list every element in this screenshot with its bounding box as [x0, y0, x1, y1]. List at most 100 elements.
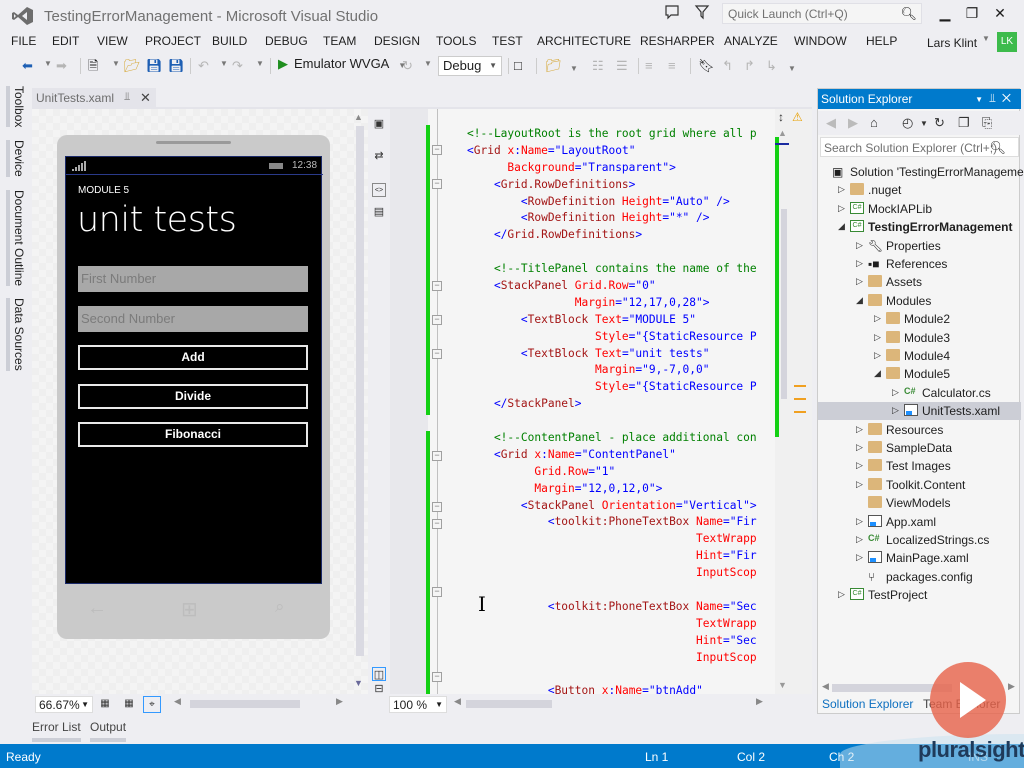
toolbar-overflow-icon[interactable]: ▼	[788, 64, 796, 73]
collapsed-arrow-icon[interactable]: ▷	[856, 276, 863, 287]
home-icon[interactable]: ⌂	[870, 115, 878, 130]
expanded-arrow-icon[interactable]: ◢	[874, 368, 881, 379]
collapse-all-icon[interactable]: ❐	[958, 115, 970, 131]
tree-item[interactable]: ▷ 🔧︎ Properties	[818, 237, 1021, 255]
close-icon[interactable]: ✕	[140, 90, 151, 106]
code-line[interactable]: <toolkit:PhoneTextBox Name="Fir	[467, 514, 772, 531]
show-grid-icon[interactable]: ▦	[96, 696, 114, 713]
code-line[interactable]	[467, 667, 772, 684]
tree-item[interactable]: ▷ UnitTests.xaml	[818, 402, 1021, 421]
tree-item[interactable]: ▷ Module4	[818, 347, 1021, 365]
code-line[interactable]: <Grid x:Name="LayoutRoot"	[467, 143, 772, 160]
save-icon[interactable]: 💾︎	[146, 57, 163, 75]
back-icon[interactable]: ◀	[826, 115, 836, 131]
scroll-up-icon[interactable]: ▲	[354, 112, 363, 122]
pin-icon[interactable]: ⫫	[124, 91, 130, 104]
redo-icon[interactable]: ↷	[232, 57, 243, 75]
code-line[interactable]: <RowDefinition Height="*" />	[467, 210, 772, 227]
tab-solution-explorer[interactable]: Solution Explorer	[822, 697, 913, 711]
tree-item[interactable]: ▣ Solution 'TestingErrorManagement'	[818, 163, 1024, 181]
quick-launch-input[interactable]: Quick Launch (Ctrl+Q) 🔍︎	[722, 3, 922, 24]
code-line[interactable]: TextWrapp	[467, 531, 772, 548]
align-list-icon[interactable]: ☰	[616, 57, 628, 75]
device-icon[interactable]: □	[514, 57, 522, 75]
code-line[interactable]: <Button x:Name="btnAdd"	[467, 683, 772, 694]
tree-item[interactable]: ▷ C# LocalizedStrings.cs	[818, 531, 1021, 549]
back-dropdown-icon[interactable]: ▼	[44, 59, 52, 68]
warning-icon[interactable]: ⚠︎	[792, 110, 803, 124]
second-number-input[interactable]: Second Number	[78, 306, 308, 332]
code-line[interactable]: Style="{StaticResource P	[467, 379, 772, 396]
code-line[interactable]: <Grid.RowDefinitions>	[467, 177, 772, 194]
scroll-thumb[interactable]	[466, 700, 552, 708]
collapsed-arrow-icon[interactable]: ▷	[856, 460, 863, 471]
scroll-right-icon[interactable]: ▶	[756, 696, 763, 707]
scroll-thumb[interactable]	[190, 700, 300, 708]
solution-explorer-title-bar[interactable]: Solution Explorer ▼⫫✕	[818, 89, 1021, 109]
snap-to-snaplines-icon[interactable]: ⌖	[143, 696, 161, 713]
collapsed-arrow-icon[interactable]: ▷	[838, 203, 845, 214]
panel-menu-icon[interactable]: ▼	[975, 95, 989, 104]
code-line[interactable]: Margin="12,0,12,0">	[467, 481, 772, 498]
collapse-icon[interactable]: −	[432, 281, 442, 291]
collapsed-arrow-icon[interactable]: ▷	[856, 479, 863, 490]
open-file-icon[interactable]: 📂︎	[124, 57, 141, 75]
tree-item[interactable]: ▷ Test Images	[818, 457, 1021, 475]
scroll-right-icon[interactable]: ▶	[1008, 681, 1015, 692]
user-name[interactable]: Lars Klint	[927, 36, 977, 50]
collapsed-arrow-icon[interactable]: ▷	[856, 424, 863, 435]
feedback-icon[interactable]	[664, 4, 680, 20]
menu-test[interactable]: TEST	[492, 34, 523, 48]
code-line[interactable]: <RowDefinition Height="Auto" />	[467, 194, 772, 211]
tree-item[interactable]: ▷ Module3	[818, 329, 1021, 347]
comment-icon[interactable]: ≡	[645, 57, 653, 75]
navigate-forward-icon[interactable]: ➡︎	[56, 57, 67, 75]
code-line[interactable]: Grid.Row="1"	[467, 464, 772, 481]
tree-item[interactable]: ▷ SampleData	[818, 439, 1021, 457]
tree-item[interactable]: ▷ Toolkit.Content	[818, 476, 1021, 494]
next-bookmark-icon[interactable]: ↱	[744, 57, 755, 75]
code-line[interactable]: <Grid x:Name="ContentPanel"	[467, 447, 772, 464]
user-dropdown-icon[interactable]: ▼	[982, 34, 990, 43]
new-project-dropdown-icon[interactable]: ▼	[112, 59, 120, 68]
fibonacci-button[interactable]: Fibonacci	[78, 422, 308, 447]
code-line[interactable]: <toolkit:PhoneTextBox Name="Sec	[467, 599, 772, 616]
add-button[interactable]: Add	[78, 345, 308, 370]
menu-build[interactable]: BUILD	[212, 34, 247, 48]
vertical-split-icon[interactable]: ◫	[372, 667, 386, 681]
pane-splitter[interactable]: ▣ ⇄ <> ▤ ◫ ⊟ ≫	[368, 109, 390, 714]
notifications-flag-icon[interactable]	[694, 4, 710, 20]
previous-bookmark-icon[interactable]: ↰	[722, 57, 733, 75]
code-line[interactable]: Margin="12,17,0,28">	[467, 295, 772, 312]
xaml-horizontal-scrollbar[interactable]: ◀ ▶	[452, 696, 812, 710]
tab-output[interactable]: Output	[90, 720, 127, 742]
scroll-right-icon[interactable]: ▶	[336, 696, 343, 707]
collapse-icon[interactable]: −	[432, 672, 442, 682]
collapsed-arrow-icon[interactable]: ▷	[838, 184, 845, 195]
xaml-view-icon[interactable]: <>	[372, 183, 386, 197]
collapse-icon[interactable]: −	[432, 587, 442, 597]
forward-icon[interactable]: ▶	[848, 115, 858, 131]
tree-item[interactable]: ◢ C# TestingErrorManagement	[818, 218, 1021, 236]
menu-file[interactable]: FILE	[11, 34, 36, 48]
menu-design[interactable]: DESIGN	[374, 34, 420, 48]
collapsed-arrow-icon[interactable]: ▷	[892, 405, 899, 416]
collapse-icon[interactable]: −	[432, 519, 442, 529]
code-line[interactable]: <TextBlock Text="MODULE 5"	[467, 312, 772, 329]
swap-panes-icon[interactable]: ⇄	[372, 149, 386, 163]
scroll-down-icon[interactable]: ▼	[354, 678, 363, 688]
xaml-zoom-select[interactable]: 100 % ▼	[389, 696, 447, 713]
collapsed-arrow-icon[interactable]: ▷	[856, 534, 863, 545]
minimize-button[interactable]: ▁	[933, 4, 957, 22]
uncomment-icon[interactable]: ≡	[668, 57, 676, 75]
menu-help[interactable]: HELP	[866, 34, 897, 48]
scroll-left-icon[interactable]: ◀	[174, 696, 181, 707]
undo-dropdown-icon[interactable]: ▼	[220, 59, 228, 68]
search-icon[interactable]: 🔍︎	[989, 140, 1006, 156]
find-in-files-icon[interactable]: 📁︎	[545, 57, 562, 75]
tab-unittests-xaml[interactable]: UnitTests.xaml ⫫ ✕	[32, 88, 156, 108]
redo-dropdown-icon[interactable]: ▼	[256, 59, 264, 68]
collapsed-arrow-icon[interactable]: ▷	[874, 332, 881, 343]
menu-project[interactable]: PROJECT	[145, 34, 201, 48]
tree-item[interactable]: ◢ Module5	[818, 365, 1021, 383]
